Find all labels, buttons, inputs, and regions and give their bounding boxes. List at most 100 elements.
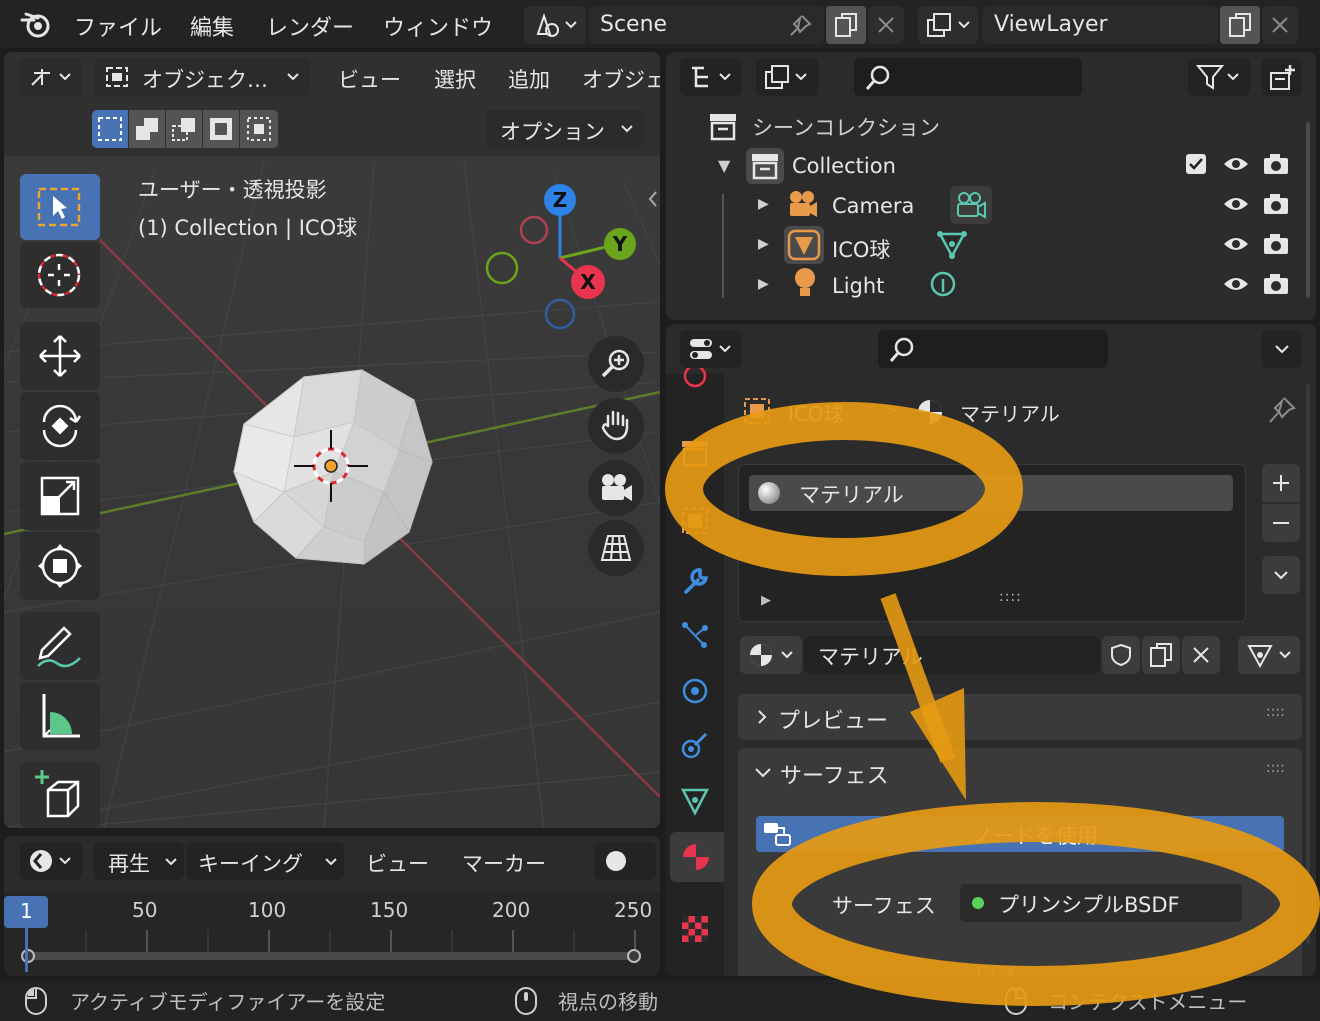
material-tab[interactable]: [670, 832, 724, 882]
scene-browse-button[interactable]: [524, 6, 586, 44]
outliner-item-camera[interactable]: Camera: [832, 194, 914, 218]
display-mode-button[interactable]: [756, 58, 818, 96]
use-nodes-button[interactable]: ノードを使用: [756, 816, 1284, 852]
outliner-item-ico-sphere[interactable]: ICO球: [832, 234, 890, 264]
object-tab-icon[interactable]: [680, 506, 710, 536]
viewlayer-browse-button[interactable]: [918, 6, 978, 44]
outliner-item-light[interactable]: Light: [832, 274, 884, 298]
perspective-toggle-button[interactable]: [588, 520, 644, 576]
select-new-button[interactable]: [92, 110, 128, 148]
timeline-menu-view[interactable]: ビュー: [366, 848, 429, 878]
render-tab-icon[interactable]: [680, 368, 710, 394]
light-data-icon[interactable]: [928, 270, 958, 300]
visibility-eye-icon[interactable]: [1222, 274, 1250, 294]
list-resize-handle[interactable]: ::::: [999, 589, 1022, 605]
ico-expand-toggle[interactable]: ▶: [758, 236, 769, 252]
add-material-slot-button[interactable]: [1262, 464, 1300, 502]
cursor-tool[interactable]: [20, 242, 100, 308]
particles-tab-icon[interactable]: [680, 620, 710, 650]
menu-edit[interactable]: 編集: [190, 10, 234, 42]
viewport-menu-object[interactable]: オブジェ: [582, 64, 660, 94]
viewport-menu-view[interactable]: ビュー: [338, 64, 401, 94]
properties-options-button[interactable]: [1262, 330, 1302, 368]
current-frame-indicator[interactable]: 1: [4, 896, 48, 928]
timeline-editor-type-button[interactable]: [20, 842, 82, 880]
viewlayer-delete-button[interactable]: [1262, 6, 1298, 44]
pan-button[interactable]: [588, 398, 644, 454]
link-type-button[interactable]: [1238, 636, 1300, 674]
navigation-gizmo[interactable]: Z Y X: [478, 178, 648, 338]
preview-panel-header[interactable]: プレビュー ::::: [738, 694, 1302, 740]
scale-tool[interactable]: [20, 462, 100, 530]
camera-view-button[interactable]: [588, 460, 644, 516]
chevron-down-icon[interactable]: [754, 766, 772, 780]
properties-scrollbar[interactable]: [1306, 384, 1310, 944]
mesh-data-icon[interactable]: [936, 228, 968, 260]
editor-type-button[interactable]: [20, 58, 82, 96]
collection-expand-toggle[interactable]: ▼: [718, 156, 730, 175]
fake-user-button[interactable]: [1102, 636, 1140, 674]
unlink-material-button[interactable]: [1182, 636, 1220, 674]
scene-delete-button[interactable]: [868, 6, 904, 44]
pin-icon[interactable]: [788, 14, 812, 38]
viewport-menu-add[interactable]: 追加: [508, 64, 550, 94]
select-extend-button[interactable]: [129, 110, 165, 148]
visibility-eye-icon[interactable]: [1222, 194, 1250, 214]
surface-shader-selector[interactable]: プリンシプルBSDF: [960, 884, 1242, 922]
select-invert-button[interactable]: [203, 110, 239, 148]
render-camera-icon[interactable]: [1262, 272, 1290, 296]
scene-collection-label[interactable]: シーンコレクション: [752, 112, 940, 142]
mesh-data-tab-icon[interactable]: [680, 786, 710, 816]
render-camera-icon[interactable]: [1262, 152, 1290, 176]
frame-ruler[interactable]: 1 50 100 150 200 250: [4, 892, 660, 976]
outliner-editor-type-button[interactable]: [680, 58, 742, 96]
viewlayer-name-field[interactable]: ViewLayer: [982, 6, 1218, 44]
properties-search-input[interactable]: [878, 330, 1108, 368]
collection-exclude-checkbox[interactable]: [1186, 154, 1206, 174]
material-slot-list[interactable]: マテリアル ▶ ::::: [738, 464, 1246, 622]
render-camera-icon[interactable]: [1262, 232, 1290, 256]
material-name-field[interactable]: マテリアル: [804, 636, 1100, 674]
collection-label[interactable]: Collection: [792, 154, 896, 178]
viewport-menu-select[interactable]: 選択: [434, 64, 476, 94]
render-camera-icon[interactable]: [1262, 192, 1290, 216]
surface-panel-title[interactable]: サーフェス: [780, 758, 889, 790]
select-subtract-button[interactable]: [166, 110, 202, 148]
list-expand-toggle[interactable]: ▶: [761, 593, 771, 608]
select-intersect-button[interactable]: [240, 110, 278, 148]
visibility-eye-icon[interactable]: [1222, 234, 1250, 254]
visibility-eye-icon[interactable]: [1222, 154, 1250, 174]
remove-material-slot-button[interactable]: [1262, 504, 1300, 542]
filter-button[interactable]: [1188, 58, 1250, 96]
keying-dropdown[interactable]: キーイング: [186, 842, 344, 880]
drag-handle-icon[interactable]: ::::: [1266, 760, 1285, 776]
collection-tab-icon[interactable]: [680, 438, 710, 468]
drag-handle-icon[interactable]: ::::: [1266, 704, 1285, 720]
camera-data-button[interactable]: [950, 186, 992, 224]
menu-render[interactable]: レンダー: [266, 10, 354, 42]
select-box-tool[interactable]: [20, 174, 100, 240]
3d-viewport[interactable]: オブジェク… ビュー 選択 追加 オブジェ オプション ユーザー・透視投影 (1…: [4, 52, 660, 828]
rotate-tool[interactable]: [20, 392, 100, 460]
annotate-tool[interactable]: [20, 612, 100, 680]
material-slot-row[interactable]: マテリアル: [749, 475, 1233, 511]
camera-expand-toggle[interactable]: ▶: [758, 196, 769, 212]
scene-name-field[interactable]: Scene: [588, 6, 824, 44]
sidebar-toggle-icon[interactable]: [646, 188, 660, 210]
outliner-search-input[interactable]: [854, 58, 1082, 96]
options-dropdown[interactable]: オプション: [486, 110, 644, 148]
playhead-line[interactable]: [25, 928, 28, 972]
constraints-tab-icon[interactable]: [680, 730, 710, 760]
menu-window[interactable]: ウィンドウ: [383, 10, 493, 42]
material-browse-button[interactable]: [740, 636, 802, 674]
mode-dropdown[interactable]: オブジェク…: [94, 58, 310, 96]
outliner-scrollbar[interactable]: [1306, 122, 1310, 298]
material-specials-button[interactable]: [1262, 556, 1300, 594]
move-tool[interactable]: [20, 322, 100, 390]
blender-logo-icon[interactable]: [20, 10, 52, 38]
auto-keying-button[interactable]: [594, 842, 656, 880]
modifier-wrench-icon[interactable]: [680, 566, 710, 596]
playback-dropdown[interactable]: 再生: [94, 842, 184, 880]
menu-file[interactable]: ファイル: [74, 10, 162, 42]
physics-tab-icon[interactable]: [680, 676, 710, 706]
